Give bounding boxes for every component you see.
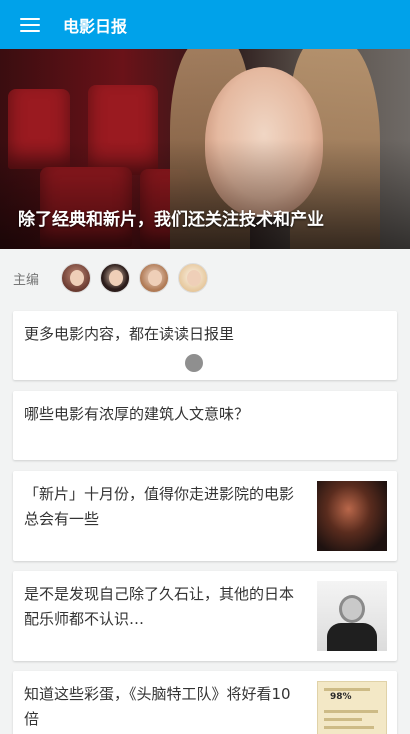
story-card[interactable]: 是不是发现自己除了久石让，其他的日本配乐师都不认识… <box>13 571 397 661</box>
hero-gradient-overlay <box>0 139 410 249</box>
story-title: 「新片」十月份，值得你走进影院的电影总会有一些 <box>24 485 295 528</box>
story-card[interactable]: 哪些电影有浓厚的建筑人文意味？ <box>13 391 397 460</box>
hero-title: 除了经典和新片，我们还关注技术和产业 <box>18 210 324 230</box>
story-thumbnail <box>317 581 387 651</box>
editor-avatar[interactable] <box>61 263 91 293</box>
app-screen: 电影日报 除了经典和新片，我们还关注技术和产业 主编 更多电影内容，都在读读日报… <box>0 0 410 734</box>
story-title: 哪些电影有浓厚的建筑人文意味？ <box>24 405 250 423</box>
hamburger-menu-icon <box>20 17 40 33</box>
story-title: 是不是发现自己除了久石让，其他的日本配乐师都不认识… <box>24 585 295 628</box>
story-title: 知道这些彩蛋，《头脑特工队》将好看10倍 <box>24 685 291 728</box>
story-card[interactable]: 更多电影内容，都在读读日报里 <box>13 311 397 380</box>
story-card[interactable]: 「新片」十月份，值得你走进影院的电影总会有一些 <box>13 471 397 561</box>
editors-label: 主编 <box>13 272 40 288</box>
story-card[interactable]: 知道这些彩蛋，《头脑特工队》将好看10倍 98% <box>13 671 397 734</box>
top-app-bar: 电影日报 <box>0 0 410 49</box>
story-title: 更多电影内容，都在读读日报里 <box>24 325 235 343</box>
hero-banner[interactable]: 除了经典和新片，我们还关注技术和产业 <box>0 49 410 249</box>
app-title: 电影日报 <box>63 16 128 36</box>
editors-row: 主编 <box>0 249 410 307</box>
editor-avatar[interactable] <box>178 263 208 293</box>
thumbnail-score-text: 98% <box>330 692 352 702</box>
story-thumbnail: 98% <box>317 681 387 734</box>
editor-avatar[interactable] <box>100 263 130 293</box>
editor-avatar[interactable] <box>139 263 169 293</box>
menu-button[interactable] <box>0 0 60 49</box>
loading-indicator <box>185 354 203 372</box>
story-thumbnail <box>317 481 387 551</box>
